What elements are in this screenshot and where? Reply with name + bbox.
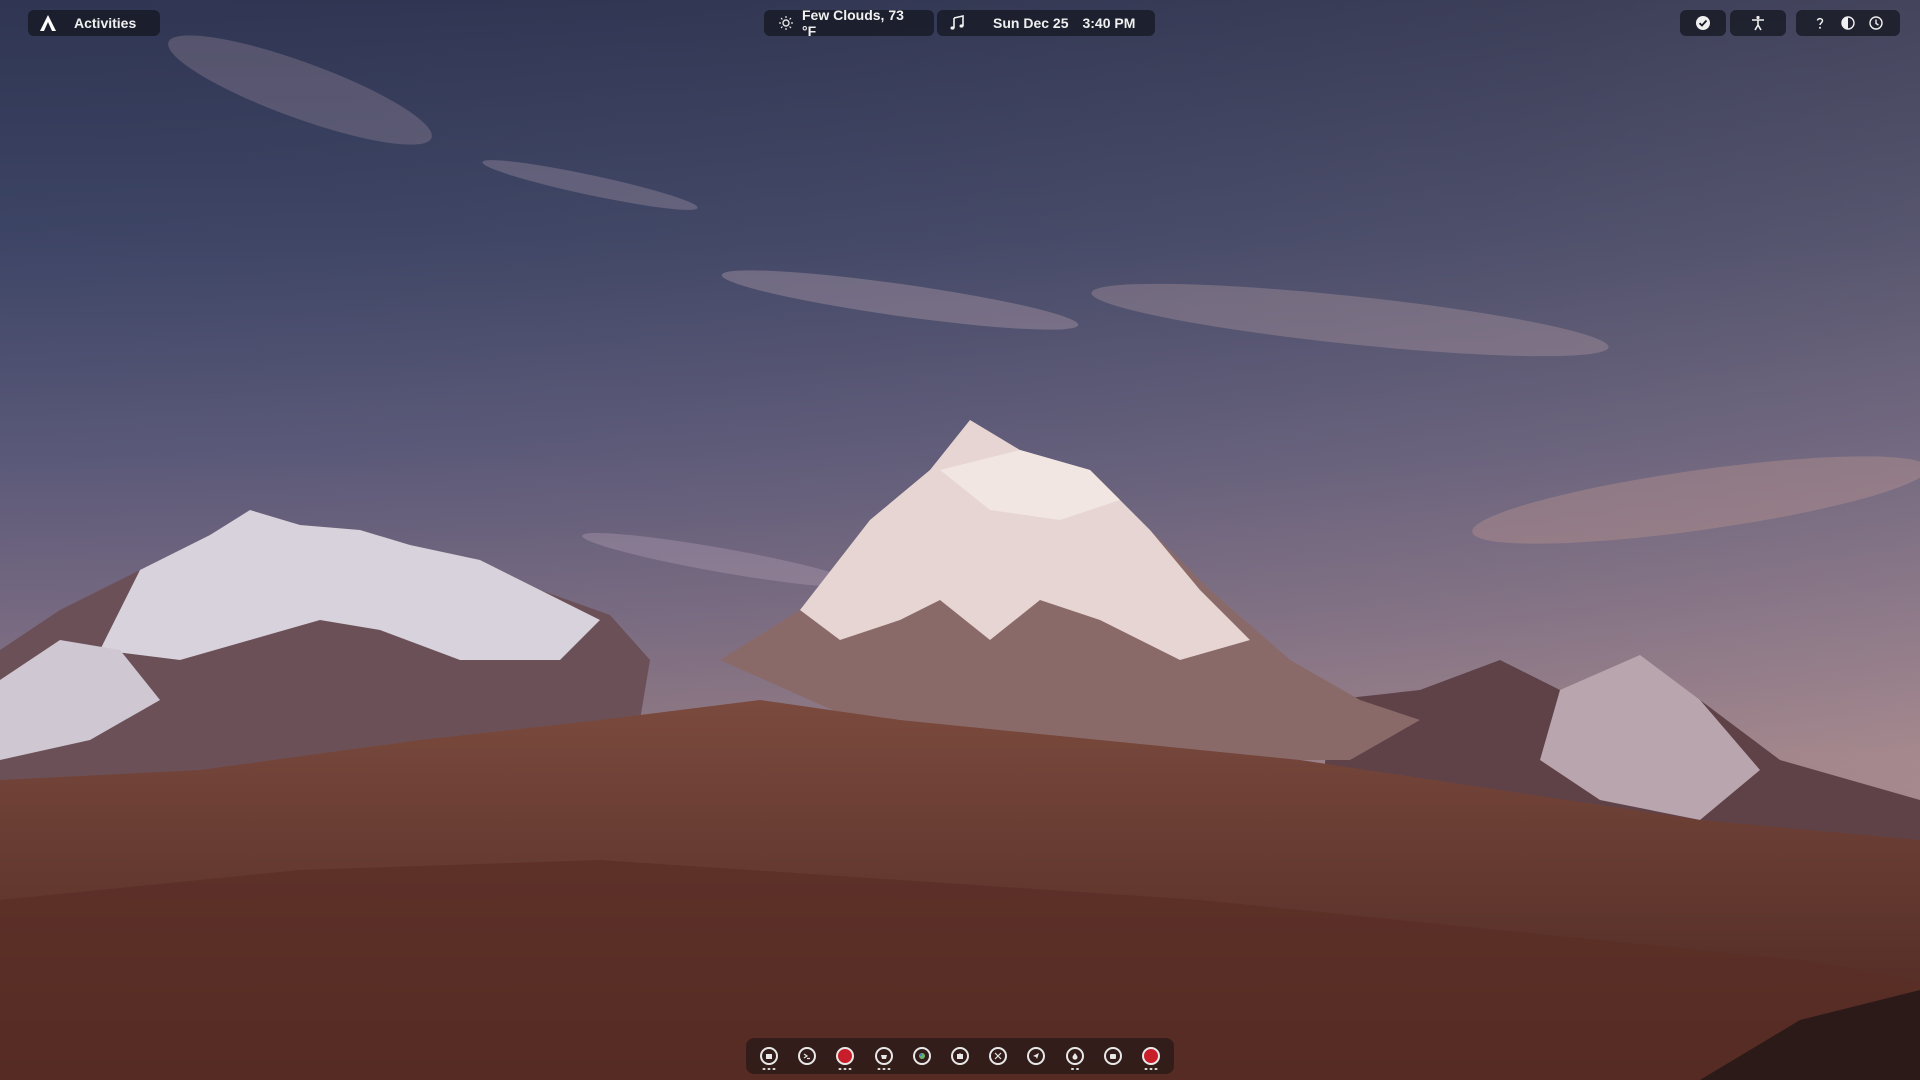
red-circle-icon [836,1047,855,1065]
activities-label: Activities [74,15,137,31]
drop-icon [1065,1047,1084,1065]
activities-button[interactable]: Activities [28,10,160,36]
dock [746,1038,1174,1074]
running-indicator [1070,1068,1079,1070]
accessibility-button[interactable] [1730,10,1786,36]
weather-label: Few Clouds, 73 °F [802,7,904,39]
dock-item-terminal[interactable] [794,1041,820,1071]
desktop: Activities Few Clouds, 73 °F Sun Dec 25 … [0,0,1920,1080]
accessibility-icon [1750,15,1766,31]
distro-logo-icon [38,13,58,33]
clock-button[interactable]: Sun Dec 25 3:40 PM [937,10,1155,36]
notifications-button[interactable] [1680,10,1726,36]
date-label: Sun Dec 25 [993,15,1069,31]
files-icon [760,1047,778,1065]
running-indicator [762,1068,776,1070]
running-indicator [877,1068,891,1070]
dock-item-files[interactable] [756,1041,782,1071]
mountain-wallpaper [0,0,1920,1080]
dock-item-tools[interactable] [985,1041,1011,1071]
record-icon [1141,1047,1160,1065]
time-label: 3:40 PM [1082,15,1136,31]
dock-item-disk-manager[interactable] [871,1041,897,1071]
globe-icon [912,1047,931,1065]
tools-icon [989,1047,1008,1065]
dock-item-red-app[interactable] [832,1041,858,1071]
contrast-icon[interactable] [1841,16,1855,30]
power-icon[interactable] [1869,16,1883,30]
running-indicator [838,1068,852,1070]
check-circle-icon [1695,15,1711,31]
disk-icon [874,1047,893,1065]
terminal-icon [798,1047,817,1065]
sun-icon [778,15,794,31]
help-icon[interactable] [1813,16,1827,30]
weather-indicator[interactable]: Few Clouds, 73 °F [764,7,934,39]
send-icon [1027,1047,1046,1065]
puzzle-icon [950,1047,969,1065]
dock-item-browser[interactable] [909,1041,935,1071]
system-menu-button[interactable] [1796,10,1900,36]
dock-item-drop[interactable] [1062,1041,1088,1071]
dock-item-puzzle[interactable] [947,1041,973,1071]
running-indicator [1144,1068,1158,1070]
dock-item-send[interactable] [1023,1041,1049,1071]
music-note-icon[interactable] [949,15,965,31]
dock-item-screenshot[interactable] [1100,1041,1126,1071]
dock-item-recorder[interactable] [1138,1041,1164,1071]
camera-icon [1103,1047,1122,1065]
